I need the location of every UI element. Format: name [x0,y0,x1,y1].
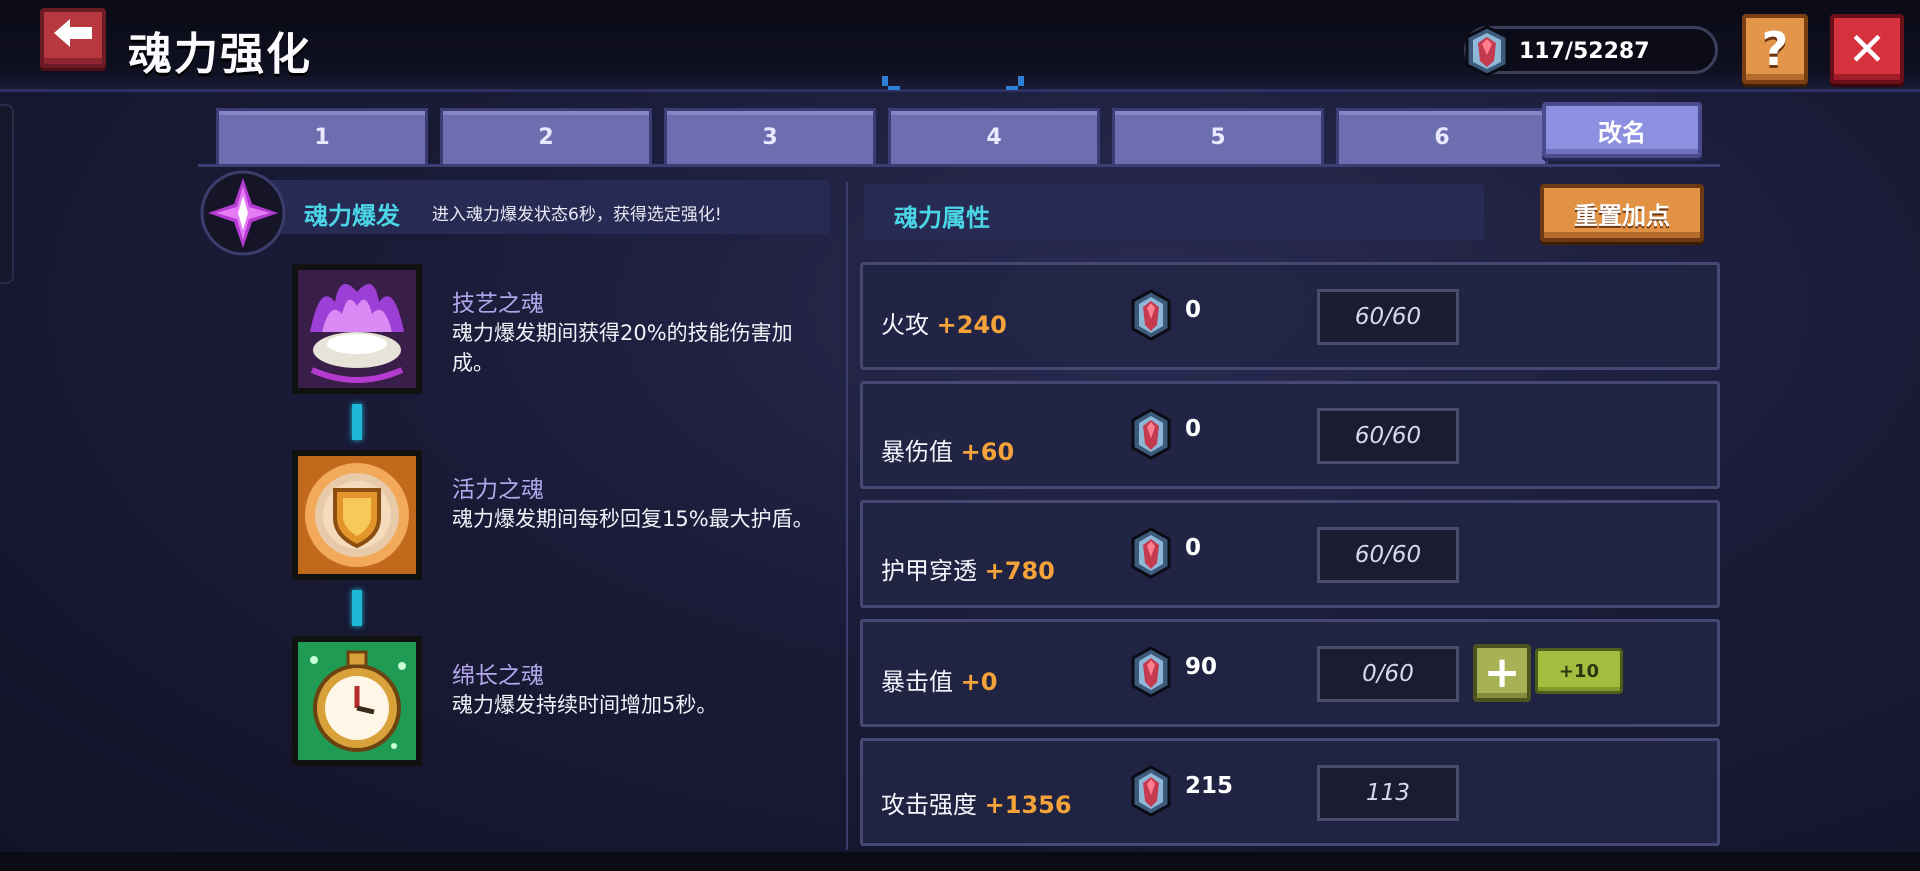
attribute-cost: 0 [1185,416,1202,442]
soul-crystal-icon [1129,289,1173,345]
attribute-cost: 0 [1185,535,1202,561]
tab-2[interactable]: 2 [440,108,652,164]
add-point-button[interactable]: + [1473,644,1531,702]
header-ornament [882,76,1024,90]
currency-amount: 117/52287 [1519,39,1650,64]
purple-flame-icon[interactable] [290,262,424,396]
attribute-name: 火攻 +240 [881,311,1007,339]
soul-burst-description: 进入魂力爆发状态6秒，获得选定强化! [432,205,722,225]
attribute-bonus: +60 [960,438,1015,466]
tab-divider [198,164,1720,167]
skill-connector [352,404,362,440]
attribute-row: 暴伤值 +60 0 60/60 [860,381,1720,489]
skill-description: 魂力爆发期间获得20%的技能伤害加成。 [452,321,793,375]
tab-6[interactable]: 6 [1336,108,1548,164]
soul-crystal-icon [1129,408,1173,464]
attribute-row: 火攻 +240 0 60/60 [860,262,1720,370]
skill-description: 魂力爆发期间每秒回复15%最大护盾。 [452,507,814,531]
attribute-bonus: +780 [984,557,1055,585]
soul-currency-counter: 117/52287 [1464,25,1718,77]
attribute-bonus: +0 [960,668,998,696]
back-arrow-icon [52,14,94,58]
attribute-row: 护甲穿透 +780 0 60/60 [860,500,1720,608]
attribute-name: 暴击值 +0 [881,668,998,696]
attribute-name: 暴伤值 +60 [881,438,1015,466]
attribute-level: 60/60 [1317,527,1459,583]
attribute-bonus: +1356 [984,791,1072,819]
soul-crystal-icon [1463,25,1511,81]
tab-5[interactable]: 5 [1112,108,1324,164]
skill-name: 技艺之魂 [452,291,544,317]
side-drawer-handle[interactable] [0,104,14,284]
skill-name: 活力之魂 [452,477,544,503]
close-button[interactable]: ✕ [1830,14,1904,84]
attribute-level: 60/60 [1317,289,1459,345]
panel-divider [846,182,848,850]
stopwatch-icon[interactable] [290,634,424,768]
attribute-cost: 90 [1185,654,1218,680]
attribute-name: 护甲穿透 +780 [881,557,1055,585]
tab-1[interactable]: 1 [216,108,428,164]
skill-description: 魂力爆发持续时间增加5秒。 [452,693,718,717]
skill-connector [352,590,362,626]
soul-crystal-icon [1129,527,1173,583]
page-title: 魂力强化 [128,29,312,80]
add-ten-points-button[interactable]: +10 [1535,648,1623,694]
rename-button[interactable]: 改名 [1542,102,1702,158]
attribute-level: 60/60 [1317,408,1459,464]
attribute-name: 攻击强度 +1356 [881,791,1072,819]
tab-3[interactable]: 3 [664,108,876,164]
soul-crystal-icon [1129,765,1173,821]
bottom-bar [0,852,1920,871]
golden-shield-icon[interactable] [290,448,424,582]
soul-burst-title: 魂力爆发 [304,202,400,230]
attribute-cost: 215 [1185,773,1234,799]
back-button[interactable] [40,8,106,68]
soul-crystal-icon [1129,646,1173,702]
attribute-row: 攻击强度 +1356 215 113 [860,738,1720,846]
attribute-bonus: +240 [936,311,1007,339]
attribute-cost: 0 [1185,297,1202,323]
soul-burst-emblem-icon [200,170,286,256]
attribute-level: 0/60 [1317,646,1459,702]
soul-attributes-title: 魂力属性 [894,204,990,232]
help-button[interactable]: ? [1742,14,1808,84]
tab-4[interactable]: 4 [888,108,1100,164]
attribute-row: 暴击值 +0 90 0/60 + +10 [860,619,1720,727]
attribute-level: 113 [1317,765,1459,821]
skill-name: 绵长之魂 [452,663,544,689]
reset-points-button[interactable]: 重置加点 [1540,184,1704,242]
